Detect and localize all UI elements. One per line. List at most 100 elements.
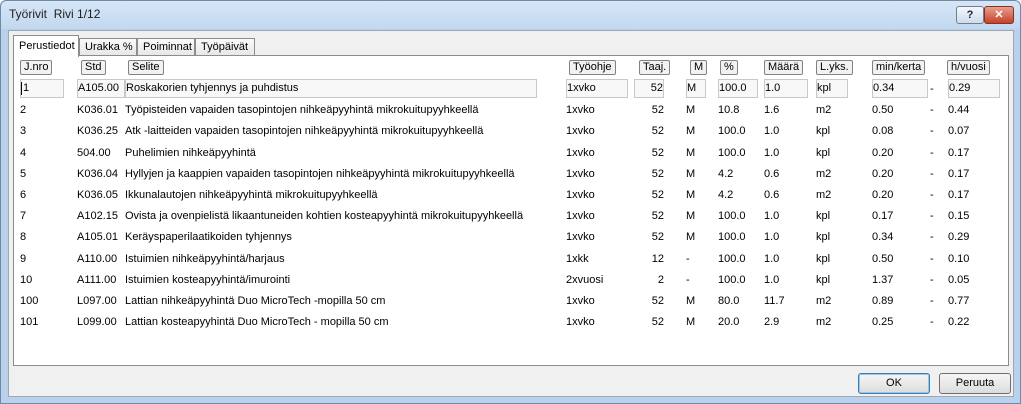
cell-tyoohje[interactable]: 1xvko <box>566 79 628 98</box>
cell-m[interactable]: M <box>686 79 706 98</box>
tab-urakka[interactable]: Urakka % <box>79 38 137 56</box>
column-header-lyks[interactable]: L.yks. <box>816 60 853 75</box>
cell-tyoohje-value: 1xvko <box>566 231 595 243</box>
cell-hvuosi-value: 0.10 <box>948 253 970 265</box>
cell-std-value: L097.00 <box>77 295 117 307</box>
cell-jnro: 8 <box>20 228 64 246</box>
column-header-std[interactable]: Std <box>81 60 106 75</box>
column-header-taaj[interactable]: Taaj. <box>639 60 671 75</box>
column-header-minkerta[interactable]: min/kerta <box>872 60 926 75</box>
table-row[interactable]: 7 A102.15 Ovista ja ovenpielistä likaantun… <box>14 207 1010 227</box>
cell-hvuosi: 0.44 <box>948 101 1000 119</box>
cell-pct: 100.0 <box>718 271 758 289</box>
cell-pct: 80.0 <box>718 292 758 310</box>
table-row[interactable]: 101 L099.00 Lattian kosteapyyhintä Duo Mic… <box>14 313 1010 333</box>
cell-pct-value: 100.0 <box>718 125 746 137</box>
cell-dash: - <box>930 207 944 225</box>
cell-minkerta: 0.50 <box>872 250 928 268</box>
cell-jnro[interactable]: 1 <box>20 79 64 98</box>
cell-minkerta[interactable]: 0.34 <box>872 79 928 98</box>
cell-tyoohje: 1xvko <box>566 165 628 183</box>
cell-minkerta-value: 1.37 <box>872 274 894 286</box>
cell-maara[interactable]: 1.0 <box>764 79 808 98</box>
tab-tyopaivat[interactable]: Työpäivät <box>195 38 255 56</box>
table-row[interactable]: 3 K036.25 Atk -laitteiden vapaiden tasopin… <box>14 122 1010 142</box>
cell-selite: Ovista ja ovenpielistä likaantuneiden ko… <box>125 207 537 225</box>
column-header-hvuosi[interactable]: h/vuosi <box>947 60 990 75</box>
cell-pct: 100.0 <box>718 207 758 225</box>
cell-dash: - <box>930 250 944 268</box>
column-header-jnro[interactable]: J.nro <box>20 60 53 75</box>
cell-lyks: kpl <box>816 271 848 289</box>
cancel-button[interactable]: Peruuta <box>939 373 1011 394</box>
cell-tyoohje-value: 1xvko <box>566 210 595 222</box>
cell-lyks-value: m2 <box>816 316 832 328</box>
cell-jnro-value: 8 <box>20 231 27 243</box>
help-button[interactable]: ? <box>956 6 984 24</box>
cell-std: 504.00 <box>77 144 125 162</box>
cell-minkerta-value: 0.50 <box>872 253 894 265</box>
cell-tyoohje-value: 1xvko <box>566 168 595 180</box>
cell-m-value: M <box>686 295 696 307</box>
cell-jnro-value: 2 <box>20 104 27 116</box>
cell-lyks-value: m2 <box>816 189 832 201</box>
cell-std[interactable]: A105.00 <box>77 79 125 98</box>
cell-minkerta: 0.17 <box>872 207 928 225</box>
cell-dash: - <box>930 313 944 331</box>
cell-selite-value: Ikkunalautojen nihkeäpyyhintä mikrokuitu… <box>125 189 378 201</box>
cell-selite: Atk -laitteiden vapaiden tasopintojen ni… <box>125 122 537 140</box>
cell-lyks-value: kpl <box>816 210 831 222</box>
table-row[interactable]: 2 K036.01 Työpisteiden vapaiden tasopintoj… <box>14 101 1010 121</box>
cell-tyoohje: 1xvko <box>566 207 628 225</box>
cell-m: M <box>686 186 706 204</box>
cell-maara: 1.0 <box>764 228 808 246</box>
cell-tyoohje: 1xvko <box>566 144 628 162</box>
table-row[interactable]: 5 K036.04 Hyllyjen ja kaappien vapaiden ta… <box>14 165 1010 185</box>
table-row[interactable]: 4 504.00 Puhelimien nihkeäpyyhintä 1xvko 52 M… <box>14 144 1010 164</box>
column-header-m[interactable]: M <box>690 60 708 75</box>
cell-lyks[interactable]: kpl <box>816 79 848 98</box>
cell-jnro: 4 <box>20 144 64 162</box>
cell-pct: 10.8 <box>718 101 758 119</box>
cell-taaj-value: 52 <box>651 147 664 159</box>
tab-perustiedot[interactable]: Perustiedot <box>13 35 79 57</box>
cell-pct[interactable]: 100.0 <box>718 79 758 98</box>
cell-taaj: 52 <box>634 122 664 140</box>
cell-dash-value: - <box>930 274 934 286</box>
column-header-maara[interactable]: Määrä <box>764 60 804 75</box>
cell-pct-value: 100.0 <box>718 274 746 286</box>
table-row[interactable]: 100 L097.00 Lattian nihkeäpyyhintä Duo Mic… <box>14 292 1010 312</box>
ok-button[interactable]: OK <box>858 373 930 394</box>
table-row[interactable]: 9 A110.00 Istuimien nihkeäpyyhintä/harjaus… <box>14 250 1010 270</box>
cell-taaj[interactable]: 52 <box>634 79 664 98</box>
table-row[interactable]: 10 A111.00 Istuimien kosteapyyhintä/imuroi… <box>14 271 1010 291</box>
cell-lyks: m2 <box>816 101 848 119</box>
tab-poiminnat[interactable]: Poiminnat <box>137 38 195 56</box>
cell-lyks-value: kpl <box>816 274 831 286</box>
column-header-pct[interactable]: % <box>720 60 738 75</box>
cell-selite: Istuimien kosteapyyhintä/imurointi <box>125 271 537 289</box>
cell-pct-value: 80.0 <box>718 295 740 307</box>
cell-hvuosi-value: 0.29 <box>949 82 971 94</box>
title-bar[interactable]: Työrivit Rivi 1/12 ? ✕ <box>1 1 1020 29</box>
table-row[interactable]: 1 A105.00 Roskakorien tyhjennys ja puhdist… <box>14 79 1010 100</box>
cell-jnro-value: 3 <box>20 125 27 137</box>
cell-tyoohje: 1xvko <box>566 313 628 331</box>
cell-maara-value: 0.6 <box>764 189 780 201</box>
column-header-selite[interactable]: Selite <box>128 60 164 75</box>
column-header-tyoohje[interactable]: Työohje <box>569 60 616 75</box>
cell-minkerta: 0.89 <box>872 292 928 310</box>
cell-lyks: kpl <box>816 228 848 246</box>
cell-std: L099.00 <box>77 313 125 331</box>
cell-tyoohje-value: 1xvko <box>566 104 595 116</box>
close-button[interactable]: ✕ <box>984 6 1014 24</box>
table-row[interactable]: 8 A105.01 Keräyspaperilaatikoiden tyhjenny… <box>14 228 1010 248</box>
cell-tyoohje: 1xkk <box>566 250 628 268</box>
cell-hvuosi: 0.17 <box>948 165 1000 183</box>
cell-minkerta: 0.20 <box>872 186 928 204</box>
table-row[interactable]: 6 K036.05 Ikkunalautojen nihkeäpyyhintä mi… <box>14 186 1010 206</box>
cell-selite[interactable]: Roskakorien tyhjennys ja puhdistus <box>125 79 537 98</box>
cell-hvuosi[interactable]: 0.29 <box>948 79 1000 98</box>
cell-jnro-value: 9 <box>20 253 27 265</box>
cell-pct: 100.0 <box>718 122 758 140</box>
